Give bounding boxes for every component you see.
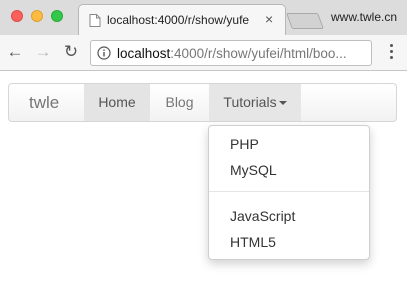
reload-icon[interactable]: ↻ (62, 43, 80, 61)
tab-title: localhost:4000/r/show/yufe (107, 13, 250, 27)
nav-item-home[interactable]: Home (84, 84, 150, 121)
browser-tab-active[interactable]: localhost:4000/r/show/yufe × (78, 4, 286, 35)
address-bar[interactable]: localhost:4000/r/show/yufei/html/boo... (90, 40, 372, 66)
browser-menu-icon[interactable] (388, 44, 394, 62)
window-maximize-button[interactable] (51, 10, 63, 22)
forward-icon[interactable]: → (34, 43, 52, 61)
dropdown-item-javascript[interactable]: JavaScript (230, 208, 295, 224)
tutorials-dropdown-menu: PHP MySQL JavaScript HTML5 (208, 125, 370, 260)
window-close-button[interactable] (11, 10, 23, 22)
document-icon (89, 14, 101, 27)
info-icon[interactable] (97, 46, 111, 60)
tab-close-icon[interactable]: × (265, 11, 273, 27)
back-icon[interactable]: ← (6, 43, 24, 61)
nav-item-label: Tutorials (223, 94, 277, 110)
profile-label: www.twle.cn (331, 10, 398, 24)
dropdown-item-mysql[interactable]: MySQL (230, 162, 277, 178)
url-host: localhost (117, 46, 171, 61)
caret-down-icon (278, 101, 287, 106)
dropdown-item-html5[interactable]: HTML5 (230, 234, 276, 250)
window-minimize-button[interactable] (31, 10, 43, 22)
browser-titlebar: localhost:4000/r/show/yufe × www.twle.cn (0, 0, 407, 35)
url-path: :4000/r/show/yufei/html/boo... (170, 46, 347, 61)
site-navbar: twle Home Blog Tutorials (8, 83, 397, 122)
url-text[interactable]: localhost:4000/r/show/yufei/html/boo... (117, 46, 369, 61)
new-tab-button[interactable] (286, 13, 324, 29)
navbar-brand[interactable]: twle (29, 93, 59, 113)
dropdown-divider (209, 191, 369, 192)
dropdown-item-php[interactable]: PHP (230, 136, 259, 152)
browser-toolbar: ← → ↻ localhost:4000/r/show/yufei/html/b… (0, 35, 407, 71)
nav-item-tutorials-dropdown[interactable]: Tutorials (209, 84, 301, 121)
nav-item-label: Blog (165, 94, 194, 110)
nav-item-blog[interactable]: Blog (150, 84, 209, 121)
nav-item-label: Home (98, 94, 136, 110)
